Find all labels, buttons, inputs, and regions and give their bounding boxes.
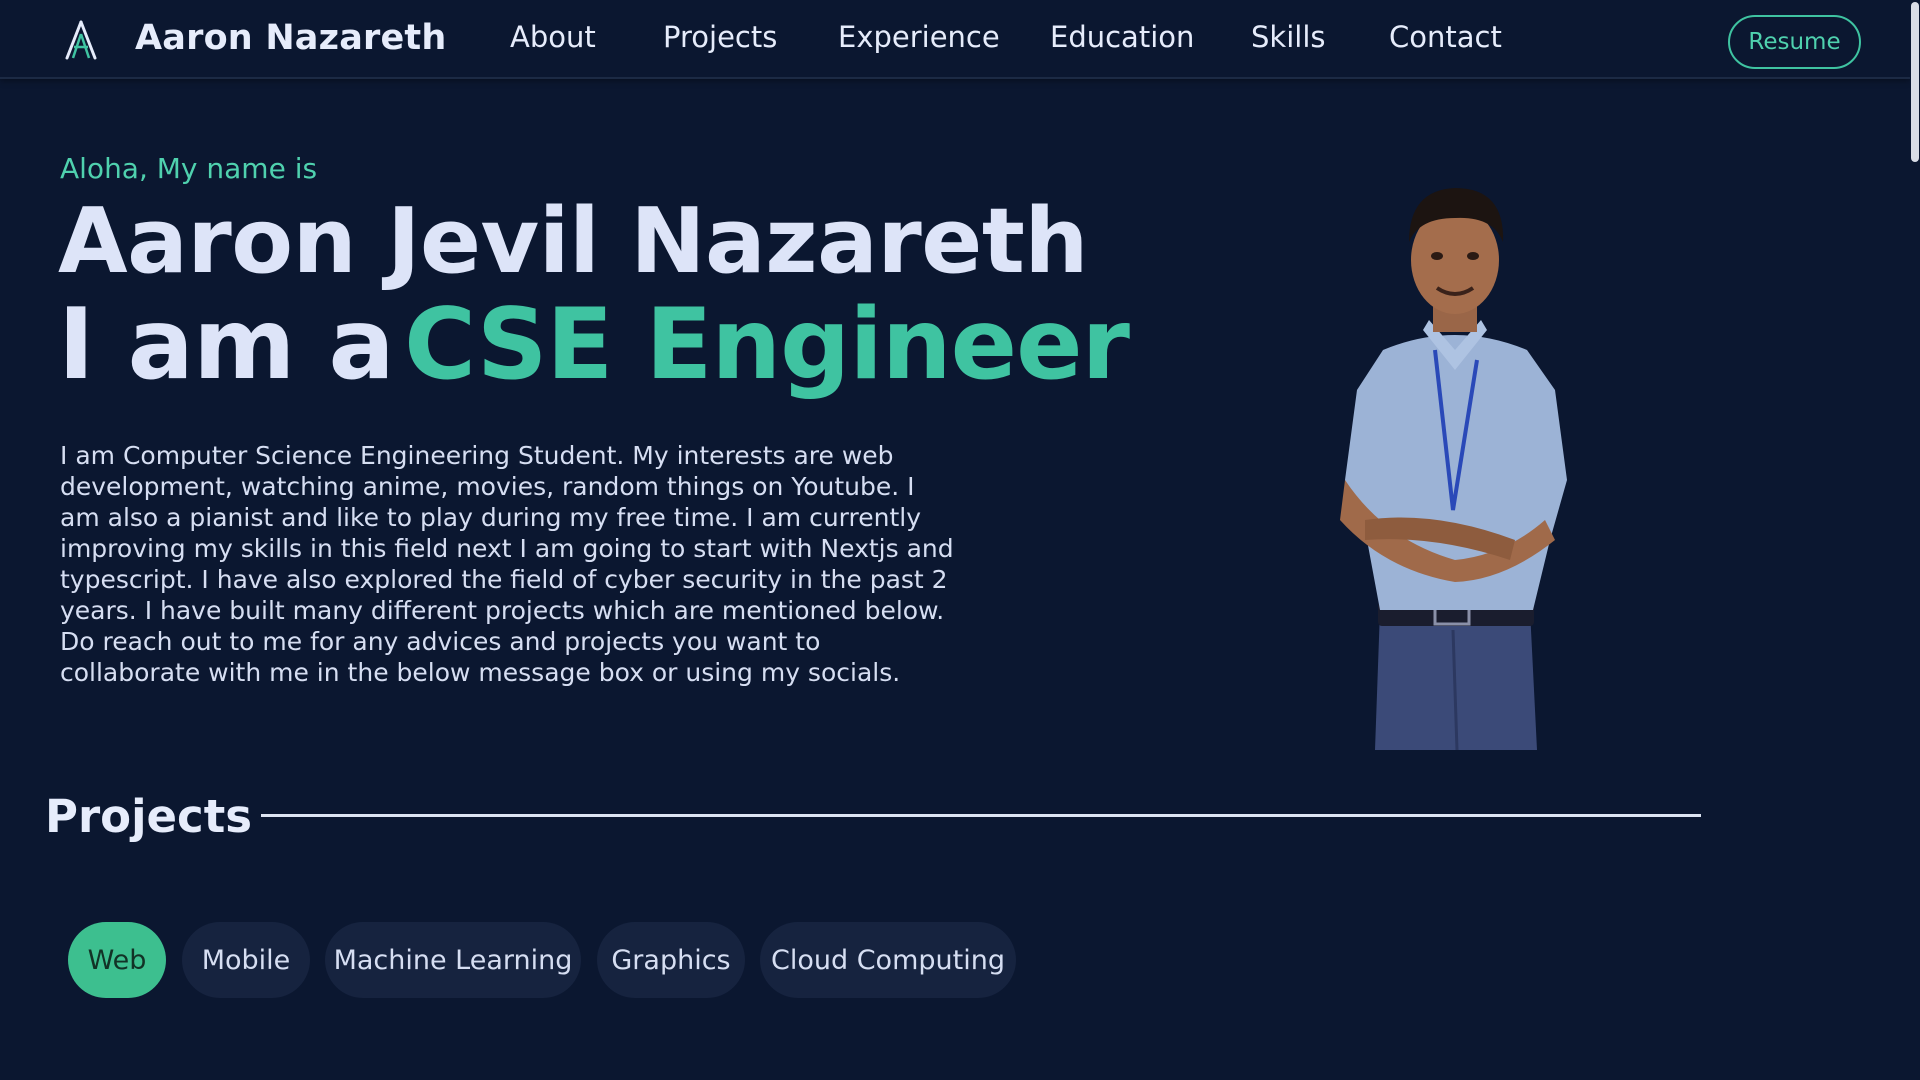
nav-link-contact[interactable]: Contact bbox=[1389, 20, 1502, 54]
nav-link-experience[interactable]: Experience bbox=[838, 20, 1000, 54]
filter-machine-learning-button[interactable]: Machine Learning bbox=[325, 922, 581, 998]
nav-link-projects[interactable]: Projects bbox=[663, 20, 777, 54]
filter-mobile-button[interactable]: Mobile bbox=[182, 922, 310, 998]
projects-heading: Projects bbox=[45, 790, 253, 843]
filter-graphics-button[interactable]: Graphics bbox=[597, 922, 745, 998]
hero-role-highlight: CSE Engineer bbox=[404, 288, 1130, 402]
nav-link-skills[interactable]: Skills bbox=[1251, 20, 1325, 54]
nav-link-education[interactable]: Education bbox=[1050, 20, 1194, 54]
hero-name: Aaron Jevil Nazareth bbox=[58, 189, 1088, 294]
hero-role-prefix: I am a bbox=[58, 288, 395, 402]
profile-portrait bbox=[1340, 188, 1567, 751]
logo-icon[interactable] bbox=[64, 20, 98, 60]
hero-role: I am a CSE Engineer bbox=[58, 291, 1130, 400]
hero-greeting: Aloha, My name is bbox=[60, 152, 318, 185]
navbar: Aaron Nazareth About Projects Experience… bbox=[0, 0, 1910, 79]
scrollbar-track[interactable] bbox=[1910, 0, 1920, 1080]
scrollbar-thumb[interactable] bbox=[1911, 2, 1919, 162]
filter-cloud-computing-button[interactable]: Cloud Computing bbox=[760, 922, 1016, 998]
hero-bio: I am Computer Science Engineering Studen… bbox=[60, 441, 954, 687]
filter-web-button[interactable]: Web bbox=[68, 922, 166, 998]
projects-divider bbox=[261, 814, 1701, 817]
brand-name[interactable]: Aaron Nazareth bbox=[135, 18, 446, 58]
resume-button[interactable]: Resume bbox=[1728, 15, 1861, 69]
nav-link-about[interactable]: About bbox=[510, 20, 596, 54]
